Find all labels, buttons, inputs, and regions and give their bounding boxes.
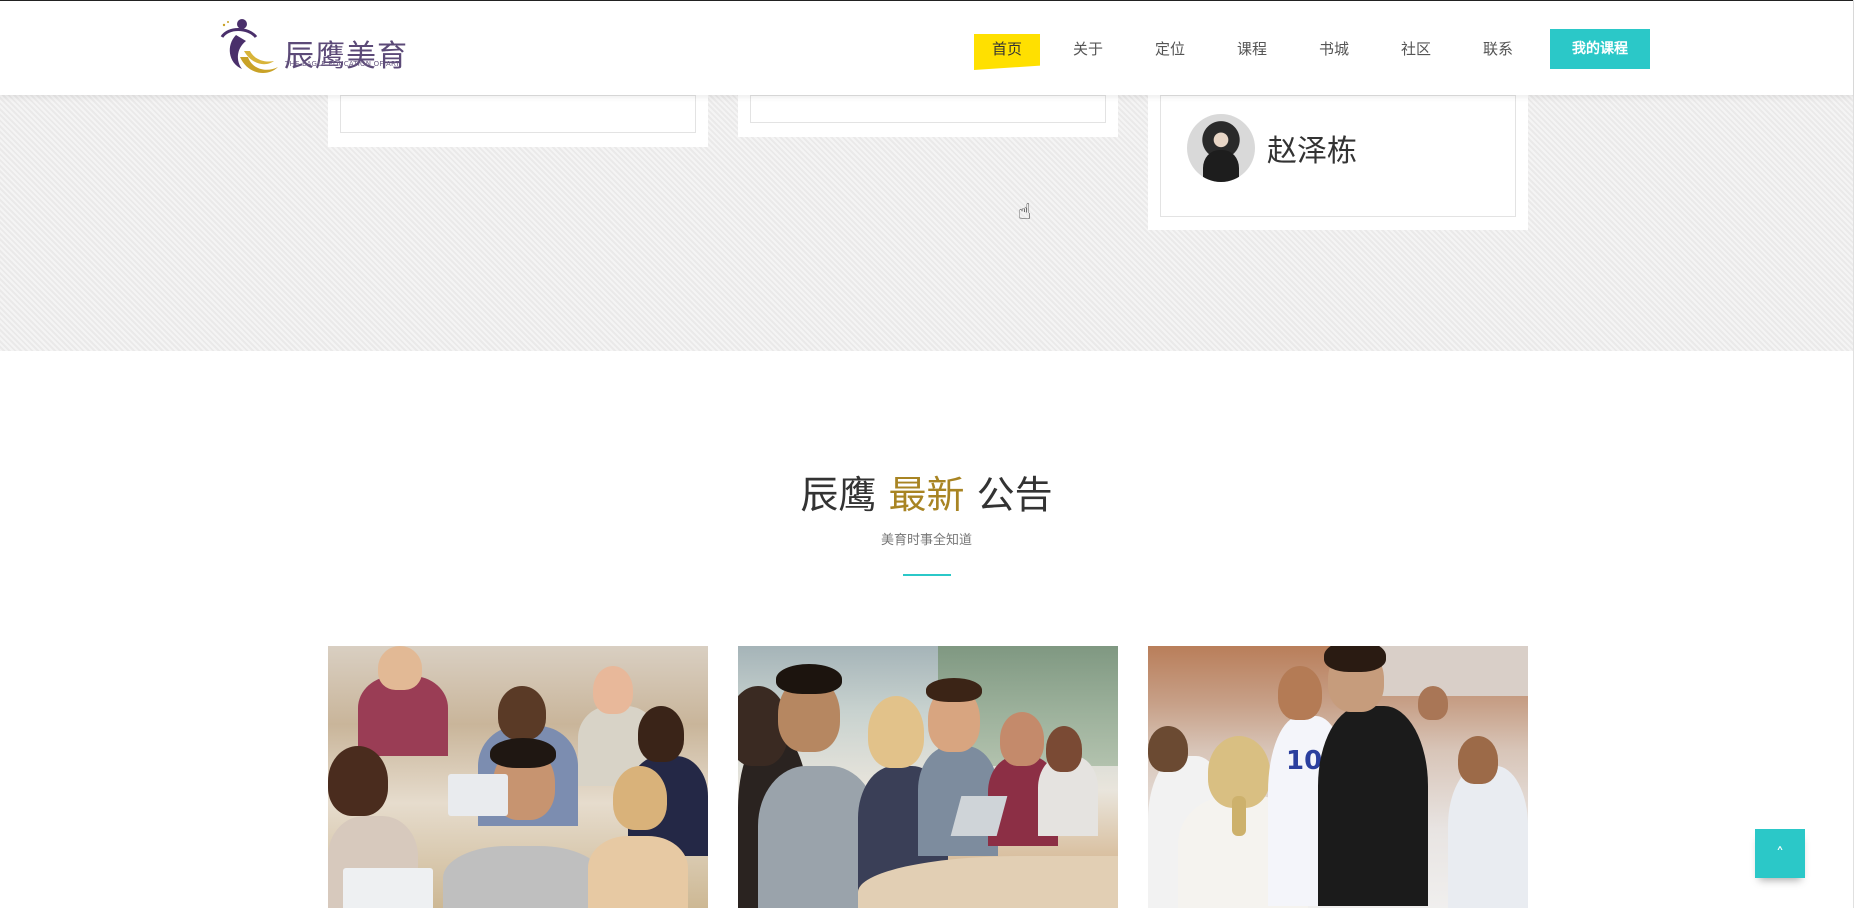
announcements-title: 辰鹰 最新 公告	[0, 464, 1853, 519]
testimonial-card-inner	[750, 95, 1106, 123]
title-suffix: 公告	[976, 473, 1053, 517]
my-course-button[interactable]: 我的课程	[1550, 29, 1650, 69]
nav-item-about[interactable]: 关于	[1073, 37, 1103, 61]
nav-item-bookstore[interactable]: 书城	[1319, 37, 1349, 61]
testimonial-author-name: 赵泽栋	[1267, 134, 1357, 169]
site-header: 辰鹰美育 THE EAGLE EDUCATION OF ART 首页 关于 定位…	[0, 0, 1853, 95]
testimonial-card-inner	[340, 95, 696, 133]
hand-cursor-icon: ☝	[1018, 200, 1032, 225]
chevron-up-icon: ˄	[1776, 844, 1784, 863]
announcement-image-2[interactable]	[738, 646, 1118, 908]
title-highlight: 最新	[888, 473, 965, 517]
announcements-subtitle: 美育时事全知道	[880, 533, 972, 548]
page: 辰鹰美育 THE EAGLE EDUCATION OF ART 首页 关于 定位…	[0, 0, 1854, 908]
nav-item-positioning[interactable]: 定位	[1155, 37, 1185, 61]
nav-item-contact[interactable]: 联系	[1483, 37, 1513, 61]
nav-item-community[interactable]: 社区	[1401, 37, 1431, 61]
title-prefix: 辰鹰	[800, 473, 877, 517]
nav-item-home[interactable]: 首页	[974, 34, 1041, 70]
testimonial-card	[328, 95, 708, 147]
nav-item-courses[interactable]: 课程	[1237, 37, 1267, 61]
announcement-image-3[interactable]: 10	[1148, 646, 1528, 908]
author-avatar	[1187, 114, 1255, 182]
announcement-image-1[interactable]	[328, 646, 708, 908]
back-to-top-button[interactable]: ˄	[1755, 829, 1805, 878]
section-divider	[903, 574, 951, 576]
testimonial-card	[738, 95, 1118, 137]
